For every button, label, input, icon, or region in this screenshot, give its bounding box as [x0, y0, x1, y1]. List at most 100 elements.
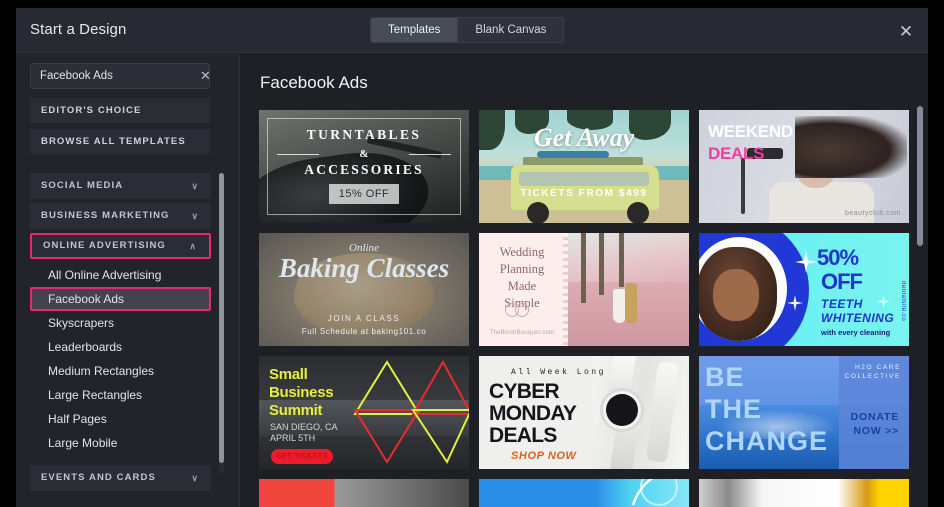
dryer-cord — [741, 158, 745, 214]
template-headline-2: WHITENING — [821, 311, 895, 325]
sidebar-item-all-online-advertising[interactable]: All Online Advertising — [30, 263, 211, 287]
template-headline-1: CYBER — [489, 380, 560, 403]
template-ampersand: & — [359, 148, 369, 160]
template-card-cyber-monday-deals[interactable]: All Week Long CYBER MONDAY DEALS SHOP NO… — [479, 356, 689, 469]
template-headline-2: Planning — [499, 262, 545, 276]
template-cta-2: NOW >> — [853, 425, 899, 437]
template-badge: 15% OFF — [329, 184, 399, 204]
chevron-down-icon: ∨ — [191, 181, 199, 191]
template-headline: WEEKEND — [708, 122, 793, 141]
template-url: TheBlushBouquet.com — [489, 330, 555, 336]
template-card-small-business-summit[interactable]: Small Business Summit SAN DIEGO, CA APRI… — [259, 356, 469, 469]
template-headline-1: TEETH — [821, 297, 863, 311]
template-headline-1: Wedding — [499, 245, 545, 259]
template-brand-2: COLLECTIVE — [844, 373, 901, 380]
blowing-hair — [795, 116, 907, 178]
start-a-design-dialog: Start a Design Templates Blank Canvas ✕ … — [16, 8, 928, 507]
tab-blank-canvas[interactable]: Blank Canvas — [457, 18, 563, 42]
template-card-partial-red[interactable] — [259, 479, 469, 507]
template-subhead: DEALS — [708, 144, 765, 163]
template-card-turntables-accessories[interactable]: TURNTABLES & ACCESSORIES 15% OFF — [259, 110, 469, 223]
main-scrollbar-thumb[interactable] — [917, 106, 923, 246]
template-card-teeth-whitening-offer[interactable]: 50% OFF TEETH WHITENING with every clean… — [699, 233, 909, 346]
template-brand-1: H2O CARE — [854, 364, 901, 371]
template-cta: JOIN A CLASS — [327, 314, 401, 323]
sidebar-item-leaderboards[interactable]: Leaderboards — [30, 335, 211, 359]
template-card-get-away-travel[interactable]: Get Away TICKETS FROM $499 — [479, 110, 689, 223]
sidebar-item-large-mobile[interactable]: Large Mobile — [30, 431, 211, 455]
tree — [619, 233, 624, 287]
template-headline-3: CHANGE — [705, 426, 829, 456]
template-card-weekend-deals-beauty[interactable]: WEEKEND DEALS beautyclub.com — [699, 110, 909, 223]
category-events-and-cards[interactable]: EVENTS AND CARDS ∨ — [30, 465, 211, 491]
category-label: ONLINE ADVERTISING — [43, 240, 166, 251]
template-off: OFF — [821, 269, 863, 294]
category-social-media[interactable]: SOCIAL MEDIA ∨ — [30, 173, 211, 199]
category-business-marketing[interactable]: BUSINESS MARKETING ∨ — [30, 203, 211, 229]
template-card-be-the-change-donate[interactable]: BE THE CHANGE H2O CARE COLLECTIVE DONATE… — [699, 356, 909, 469]
circle-graphic — [631, 479, 678, 506]
couple-photo — [565, 233, 689, 346]
tab-templates[interactable]: Templates — [371, 18, 458, 42]
template-date: APRIL 5TH — [270, 433, 316, 443]
quick-links: EDITOR'S CHOICE BROWSE ALL TEMPLATES — [30, 98, 210, 160]
watch-band — [645, 361, 680, 463]
van-windows — [519, 172, 649, 186]
template-tagline: with every cleaning — [821, 328, 891, 337]
template-percent: 50% — [817, 245, 859, 270]
sidebar-item-facebook-ads[interactable]: Facebook Ads — [30, 287, 211, 311]
sidebar-item-editors-choice[interactable]: EDITOR'S CHOICE — [30, 98, 210, 123]
template-headline-2: THE — [705, 394, 762, 424]
model-face — [713, 269, 759, 321]
tree — [599, 233, 604, 295]
chevron-up-icon: ∧ — [189, 241, 197, 251]
view-mode-tabs: Templates Blank Canvas — [370, 17, 565, 43]
template-subhead: TICKETS FROM $499 — [520, 188, 648, 199]
template-card-partial-blue[interactable] — [479, 479, 689, 507]
search-input[interactable] — [31, 64, 200, 88]
template-headline-3: DEALS — [489, 424, 557, 447]
template-headline-3: Summit — [269, 402, 323, 419]
template-card-partial-yellow[interactable] — [699, 479, 909, 507]
wheel — [527, 202, 549, 223]
template-card-online-baking-classes[interactable]: Online Baking Classes JOIN A CLASS Full … — [259, 233, 469, 346]
sidebar-scrollbar-thumb[interactable] — [219, 173, 224, 463]
category-label: BUSINESS MARKETING — [41, 210, 170, 221]
template-card-wedding-planning[interactable]: Wedding Planning Made Simple TheBlushBou… — [479, 233, 689, 346]
dialog-header: Start a Design Templates Blank Canvas ✕ — [16, 8, 928, 53]
template-headline-2: Business — [269, 384, 334, 401]
triangle-graphics — [353, 359, 469, 465]
category-label: SOCIAL MEDIA — [41, 180, 124, 191]
sidebar-item-half-pages[interactable]: Half Pages — [30, 407, 211, 431]
watch-photo — [592, 356, 687, 469]
tree — [581, 233, 586, 303]
template-city: SAN DIEGO, CA — [270, 422, 338, 432]
template-headline: TURNTABLES — [306, 127, 422, 142]
main-scrollbar-track[interactable] — [917, 106, 923, 504]
category-online-advertising[interactable]: ONLINE ADVERTISING ∧ — [30, 233, 211, 259]
sidebar-item-skyscrapers[interactable]: Skyscrapers — [30, 311, 211, 335]
category-tree: SOCIAL MEDIA ∨ BUSINESS MARKETING ∨ ONLI… — [30, 173, 226, 491]
sidebar-item-medium-rectangles[interactable]: Medium Rectangles — [30, 359, 211, 383]
template-headline-3: Made — [507, 279, 537, 293]
sidebar-scrollbar-track[interactable] — [219, 173, 224, 473]
sidebar-item-browse-all-templates[interactable]: BROWSE ALL TEMPLATES — [30, 129, 210, 154]
template-subhead: ACCESSORIES — [304, 162, 424, 177]
template-headline: Baking Classes — [278, 253, 450, 283]
close-icon[interactable]: ✕ — [894, 19, 918, 43]
template-footer: Full Schedule at baking101.co — [301, 327, 427, 336]
page-title: Start a Design — [30, 21, 127, 38]
sparkle-icon — [877, 295, 890, 308]
wedding-rings-icon — [505, 303, 539, 317]
sidebar-item-large-rectangles[interactable]: Large Rectangles — [30, 383, 211, 407]
clear-icon[interactable]: ✕ — [200, 64, 209, 88]
section-title: Facebook Ads — [260, 73, 368, 92]
watch-face — [606, 394, 638, 426]
template-cta: SHOP NOW — [511, 450, 577, 462]
template-kicker: All Week Long — [511, 368, 606, 377]
sidebar: ✕ EDITOR'S CHOICE BROWSE ALL TEMPLATES S… — [16, 53, 240, 507]
template-browser: Facebook Ads TURNTABLES & ACCESSORIES 15… — [240, 53, 928, 507]
template-side-url: dentalsite.co — [900, 281, 906, 322]
wheel — [627, 202, 649, 223]
template-cta-button: GET TICKETS — [271, 449, 333, 464]
